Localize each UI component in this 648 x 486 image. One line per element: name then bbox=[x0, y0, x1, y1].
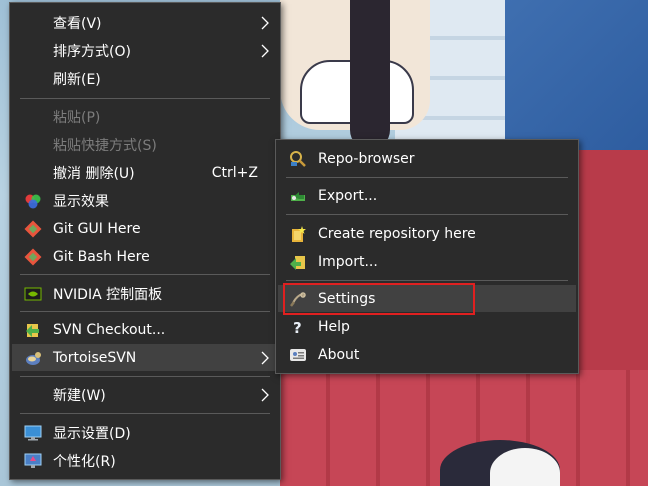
menu-item-git-bash[interactable]: Git Bash Here bbox=[12, 243, 278, 270]
menu-item-refresh[interactable]: 刷新(E) bbox=[12, 65, 278, 92]
menu-item-paste-shortcut: 粘贴快捷方式(S) bbox=[12, 131, 278, 158]
svg-text:?: ? bbox=[293, 319, 302, 336]
menu-item-git-gui[interactable]: Git GUI Here bbox=[12, 215, 278, 242]
git-icon bbox=[24, 220, 42, 238]
wallpaper-blue-panel bbox=[505, 0, 648, 150]
menu-separator bbox=[20, 274, 270, 275]
menu-item-label: 粘贴快捷方式(S) bbox=[53, 137, 157, 154]
menu-separator bbox=[286, 177, 568, 178]
svn-checkout-icon bbox=[24, 321, 42, 339]
menu-item-label: Git Bash Here bbox=[53, 248, 150, 265]
menu-item-label: 刷新(E) bbox=[53, 71, 101, 88]
menu-item-label: TortoiseSVN bbox=[53, 349, 137, 366]
menu-item-export[interactable]: Export... bbox=[278, 182, 576, 209]
settings-icon bbox=[289, 290, 307, 308]
display-settings-icon bbox=[24, 424, 42, 442]
menu-item-label: 个性化(R) bbox=[53, 453, 116, 470]
chevron-right-icon bbox=[261, 16, 269, 29]
help-icon: ? bbox=[289, 318, 307, 336]
menu-item-create-repository[interactable]: Create repository here bbox=[278, 220, 576, 247]
menu-item-new[interactable]: 新建(W) bbox=[12, 381, 278, 408]
nvidia-icon bbox=[24, 285, 42, 303]
chevron-right-icon bbox=[261, 388, 269, 401]
tortoisesvn-submenu: Repo-browser Export... Create repository… bbox=[275, 139, 579, 374]
git-icon bbox=[24, 248, 42, 266]
menu-item-display-settings[interactable]: 显示设置(D) bbox=[12, 419, 278, 446]
menu-separator bbox=[286, 214, 568, 215]
export-icon bbox=[289, 187, 307, 205]
menu-item-label: 新建(W) bbox=[53, 387, 106, 404]
wallpaper-hair bbox=[350, 0, 390, 150]
menu-item-label: 显示设置(D) bbox=[53, 425, 131, 442]
menu-item-label: Export... bbox=[318, 187, 378, 204]
menu-item-label: 撤消 删除(U) bbox=[53, 165, 135, 182]
menu-item-sort-by[interactable]: 排序方式(O) bbox=[12, 37, 278, 64]
desktop-context-menu: 查看(V) 排序方式(O) 刷新(E) 粘贴(P) 粘贴快捷方式(S) 撤消 删… bbox=[9, 2, 281, 480]
color-wheel-icon bbox=[24, 192, 42, 210]
menu-item-undo-delete[interactable]: 撤消 删除(U) Ctrl+Z bbox=[12, 159, 278, 186]
menu-item-label: SVN Checkout... bbox=[53, 321, 166, 338]
menu-item-about[interactable]: About bbox=[278, 341, 576, 368]
menu-item-settings[interactable]: Settings bbox=[278, 285, 576, 312]
personalize-icon bbox=[24, 452, 42, 470]
menu-item-import[interactable]: Import... bbox=[278, 248, 576, 275]
chevron-right-icon bbox=[261, 44, 269, 57]
menu-item-label: Create repository here bbox=[318, 225, 476, 242]
repo-browser-icon bbox=[289, 150, 307, 168]
tortoisesvn-icon bbox=[24, 349, 42, 367]
menu-item-shortcut: Ctrl+Z bbox=[211, 164, 258, 181]
menu-item-label: Import... bbox=[318, 253, 378, 270]
menu-item-repo-browser[interactable]: Repo-browser bbox=[278, 145, 576, 172]
menu-separator bbox=[20, 376, 270, 377]
create-repo-icon bbox=[289, 225, 307, 243]
menu-item-svn-checkout[interactable]: SVN Checkout... bbox=[12, 316, 278, 343]
menu-item-label: About bbox=[318, 346, 360, 363]
menu-item-label: Settings bbox=[318, 290, 376, 307]
menu-separator bbox=[20, 413, 270, 414]
menu-item-label: Git GUI Here bbox=[53, 220, 141, 237]
menu-item-help[interactable]: ? Help bbox=[278, 313, 576, 340]
menu-item-label: NVIDIA 控制面板 bbox=[53, 286, 163, 303]
menu-item-view[interactable]: 查看(V) bbox=[12, 9, 278, 36]
menu-separator bbox=[286, 280, 568, 281]
menu-item-label: Repo-browser bbox=[318, 150, 415, 167]
chevron-right-icon bbox=[261, 351, 269, 364]
menu-item-label: 粘贴(P) bbox=[53, 109, 101, 126]
menu-item-label: Help bbox=[318, 318, 350, 335]
menu-item-label: 显示效果 bbox=[53, 193, 109, 210]
menu-item-paste: 粘贴(P) bbox=[12, 103, 278, 130]
menu-item-label: 排序方式(O) bbox=[53, 43, 131, 60]
menu-item-nvidia-control-panel[interactable]: NVIDIA 控制面板 bbox=[12, 280, 278, 307]
menu-item-display-effects[interactable]: 显示效果 bbox=[12, 187, 278, 214]
menu-separator bbox=[20, 311, 270, 312]
menu-item-personalize[interactable]: 个性化(R) bbox=[12, 447, 278, 474]
menu-item-label: 查看(V) bbox=[53, 15, 102, 32]
about-icon bbox=[289, 346, 307, 364]
menu-item-tortoisesvn[interactable]: TortoiseSVN bbox=[12, 344, 278, 371]
menu-separator bbox=[20, 98, 270, 99]
import-icon bbox=[289, 253, 307, 271]
